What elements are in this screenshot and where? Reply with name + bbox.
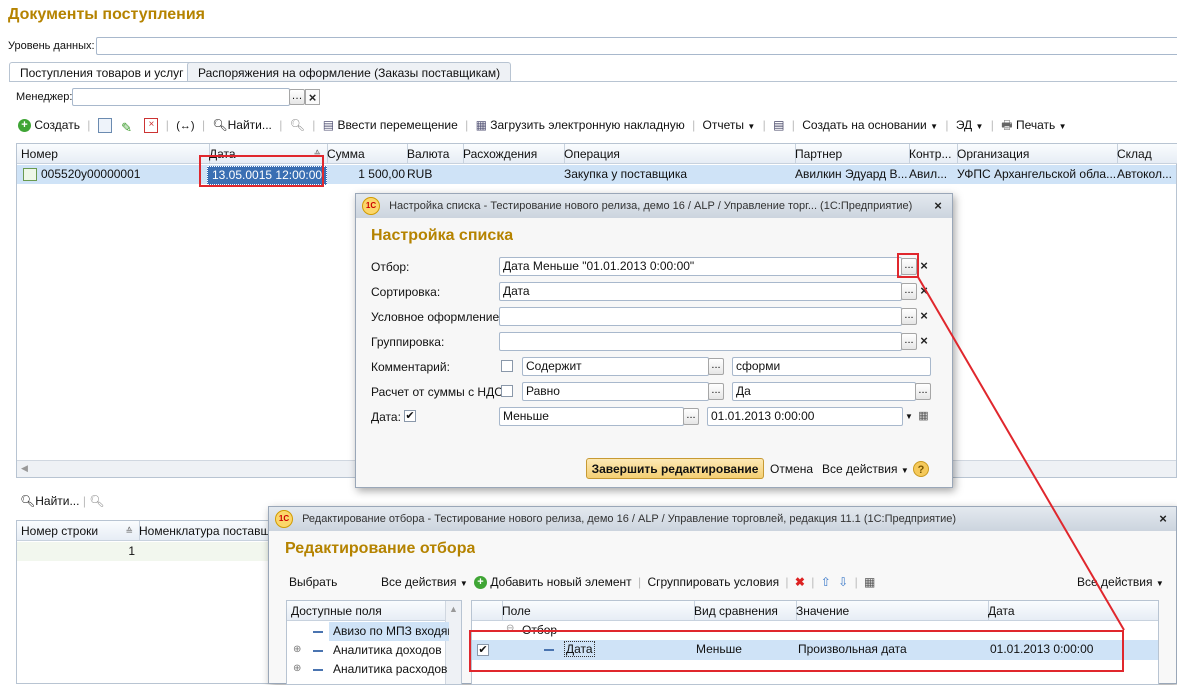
connector-line xyxy=(917,276,1125,631)
connector-arrow xyxy=(917,276,1125,631)
